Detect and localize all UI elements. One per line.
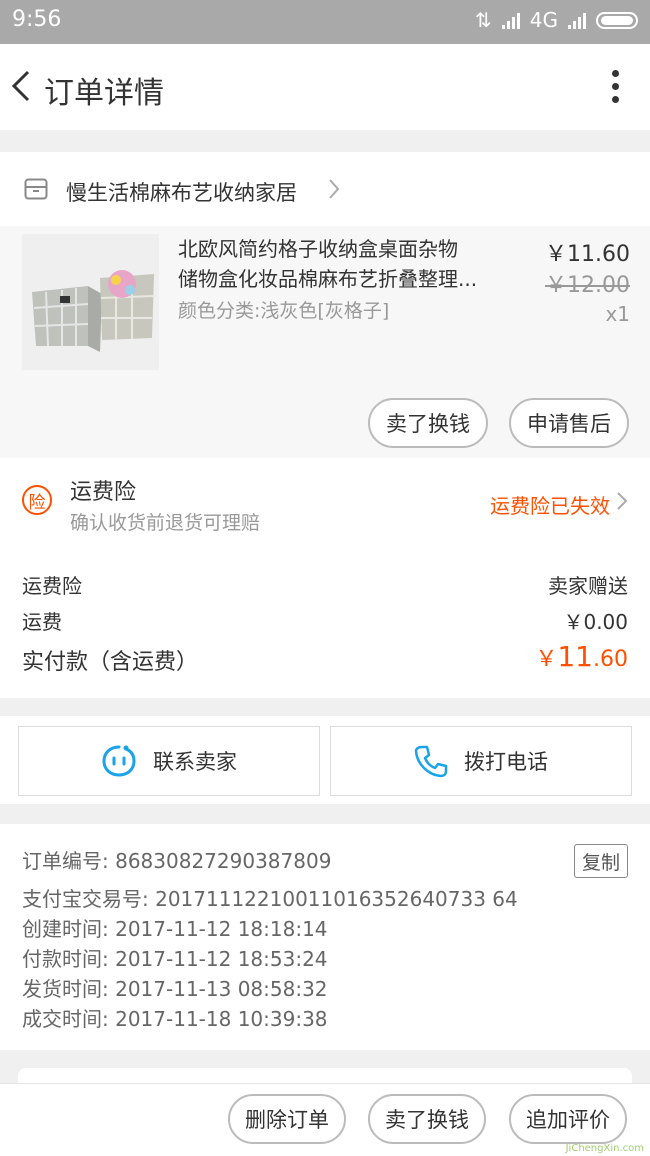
insurance-badge-icon: 险 [22, 485, 52, 515]
contact-seller-button[interactable]: 联系卖家 [18, 726, 320, 796]
product-sku: 颜色分类:浅灰色[灰格子] [178, 300, 390, 322]
shipped-time-value: 2017-11-13 08:58:32 [115, 977, 328, 1001]
status-time: 9:56 [12, 7, 62, 32]
alipay-trade-row: 支付宝交易号: 20171112210011016352640733 64 [22, 884, 518, 914]
shipped-time-label: 发货时间: [22, 977, 109, 1001]
signal-icon-2 [568, 11, 586, 29]
order-number-row: 订单编号: 86830827290387809 [22, 846, 331, 876]
payment-summary-card: 险 运费险 确认收货前退货可理赔 运费险已失效 运费险 卖家赠送 运费 ￥0.0… [0, 458, 650, 698]
network-type: 4G [529, 8, 558, 32]
delete-order-button[interactable]: 删除订单 [228, 1094, 346, 1144]
created-time-value: 2017-11-12 18:18:14 [115, 917, 328, 941]
total-paid-amount: ￥11.60 [535, 640, 628, 673]
summary-row-value: 卖家赠送 [548, 574, 628, 598]
product-image[interactable] [22, 234, 159, 370]
bottom-action-bar: 删除订单 卖了换钱 追加评价 JiChengXin.com [0, 1083, 650, 1156]
created-time-label: 创建时间: [22, 917, 109, 941]
alipay-trade-label: 支付宝交易号: [22, 887, 149, 911]
store-icon [24, 178, 48, 200]
paid-time-value: 2017-11-12 18:53:24 [115, 947, 328, 971]
product-original-price: ￥12.00 [545, 273, 630, 298]
completed-time-row: 成交时间: 2017-11-18 10:39:38 [22, 1004, 328, 1034]
battery-icon [596, 11, 638, 29]
sell-for-cash-button[interactable]: 卖了换钱 [368, 398, 488, 448]
summary-row-label: 运费 [22, 610, 62, 634]
product-title-line2: 储物盒化妆品棉麻布艺折叠整理... [178, 267, 478, 291]
chevron-right-icon [617, 492, 628, 510]
total-paid-label: 实付款（含运费） [22, 650, 199, 675]
insurance-subtitle: 确认收货前退货可理赔 [70, 512, 261, 534]
product-quantity: x1 [605, 302, 630, 326]
copy-button[interactable]: 复制 [574, 844, 628, 878]
alipay-trade-value: 20171112210011016352640733 64 [155, 887, 518, 911]
more-options-icon[interactable] [612, 70, 620, 106]
total-integer: 11 [557, 640, 593, 673]
completed-time-value: 2017-11-18 10:39:38 [115, 1007, 328, 1031]
shipped-time-row: 发货时间: 2017-11-13 08:58:32 [22, 974, 328, 1004]
contact-section: 联系卖家 拨打电话 [0, 716, 650, 804]
add-review-button[interactable]: 追加评价 [509, 1094, 627, 1144]
status-bar: 9:56 ⇅ 4G [0, 0, 650, 44]
chat-bubble-icon [102, 745, 136, 777]
call-phone-label: 拨打电话 [464, 750, 548, 774]
paid-time-row: 付款时间: 2017-11-12 18:53:24 [22, 944, 328, 974]
sell-for-cash-button-bottom[interactable]: 卖了换钱 [368, 1094, 486, 1144]
watermark-logo: JiChengXin.com [565, 1143, 644, 1154]
product-title[interactable]: 北欧风简约格子收纳盒桌面杂物 储物盒化妆品棉麻布艺折叠整理... [178, 234, 528, 294]
product-title-line1: 北欧风简约格子收纳盒桌面杂物 [178, 237, 458, 261]
page-title: 订单详情 [44, 76, 164, 111]
summary-row-value: ￥0.00 [563, 610, 628, 634]
chevron-right-icon [329, 179, 340, 199]
status-icons: ⇅ 4G [475, 8, 638, 32]
phone-icon [414, 745, 448, 778]
store-row[interactable]: 慢生活棉麻布艺收纳家居 [0, 152, 650, 226]
product-price: ￥11.60 [545, 242, 630, 267]
top-nav-bar: 订单详情 [0, 44, 650, 130]
call-phone-button[interactable]: 拨打电话 [330, 726, 632, 796]
back-arrow-icon[interactable] [8, 66, 38, 106]
total-currency: ￥ [535, 647, 558, 672]
after-sales-button[interactable]: 申请售后 [509, 398, 629, 448]
total-decimal: .60 [593, 647, 628, 672]
insurance-status[interactable]: 运费险已失效 [490, 490, 610, 519]
data-transfer-icon: ⇅ [475, 8, 492, 32]
store-name: 慢生活棉麻布艺收纳家居 [66, 181, 297, 205]
signal-icon [501, 11, 520, 29]
order-number-value: 86830827290387809 [115, 849, 332, 873]
completed-time-label: 成交时间: [22, 1007, 109, 1031]
contact-seller-label: 联系卖家 [153, 750, 237, 774]
created-time-row: 创建时间: 2017-11-12 18:18:14 [22, 914, 328, 944]
summary-row-label: 运费险 [22, 574, 82, 598]
order-number-label: 订单编号: [22, 849, 109, 873]
insurance-title: 运费险 [70, 480, 137, 505]
paid-time-label: 付款时间: [22, 947, 109, 971]
product-card[interactable]: 北欧风简约格子收纳盒桌面杂物 储物盒化妆品棉麻布艺折叠整理... 颜色分类:浅灰… [0, 226, 650, 458]
order-info-card: 订单编号: 86830827290387809 复制 支付宝交易号: 20171… [0, 824, 650, 1050]
